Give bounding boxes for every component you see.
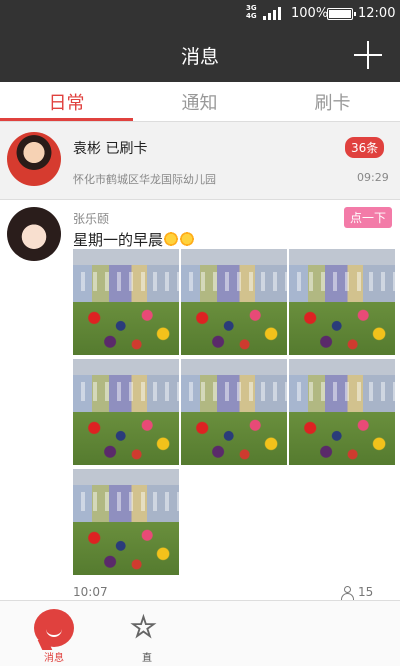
card-swipe-notice[interactable]: 袁彬 已刷卡 怀化市鹤城区华龙国际幼儿园 36条 09:29: [0, 122, 400, 200]
nav-messages-label: 消息: [44, 653, 64, 664]
sun-icon: [163, 231, 180, 247]
student-name: 袁彬 已刷卡: [73, 141, 148, 157]
bottom-nav: 消息 ☆ 直: [0, 600, 400, 666]
tab-card-swipe[interactable]: 刷卡: [266, 89, 399, 115]
status-bar: 3G 4G 100% 12:00: [0, 0, 400, 28]
photo-thumbnail[interactable]: [289, 359, 395, 465]
photo-thumbnail[interactable]: [289, 249, 395, 355]
photo-grid: [73, 249, 395, 579]
post-time: 10:07: [73, 585, 108, 599]
avatar: [7, 132, 61, 186]
post-text: 星期一的早晨: [73, 229, 196, 250]
blur-overlay: [155, 601, 400, 666]
photo-thumbnail[interactable]: [181, 359, 287, 465]
viewer-count: 15: [358, 585, 374, 599]
chat-bubble-icon: [34, 609, 74, 647]
app-header: 消息: [0, 28, 400, 82]
tab-notices[interactable]: 通知: [133, 89, 266, 115]
active-tab-indicator: [0, 118, 133, 121]
photo-thumbnail[interactable]: [181, 249, 287, 355]
photo-thumbnail[interactable]: [73, 469, 179, 575]
clock: 12:00: [358, 6, 396, 21]
star-icon: ☆: [130, 610, 158, 645]
nav-messages[interactable]: 消息: [0, 601, 133, 666]
nav-live-label: 直: [142, 653, 152, 664]
photo-thumbnail[interactable]: [73, 249, 179, 355]
battery-icon: [327, 8, 356, 20]
count-badge: 36条: [345, 137, 385, 158]
post-text-content: 星期一的早晨: [73, 231, 164, 249]
battery-percent: 100%: [291, 6, 329, 21]
post-author: 张乐颐: [73, 212, 110, 226]
viewers-icon: [340, 586, 354, 600]
signal-icon: [263, 6, 285, 20]
school-name: 怀化市鹤城区华龙国际幼儿园: [73, 173, 216, 186]
page-title: 消息: [180, 46, 219, 68]
sun-icon: [179, 231, 196, 247]
tab-bar: 日常 通知 刷卡: [0, 82, 400, 122]
tab-daily[interactable]: 日常: [0, 89, 133, 115]
photo-thumbnail[interactable]: [73, 359, 179, 465]
add-icon[interactable]: [354, 41, 382, 69]
tap-button[interactable]: 点一下: [344, 207, 393, 228]
network-indicator: 3G 4G: [246, 4, 257, 20]
post-author-avatar[interactable]: [7, 207, 61, 261]
notice-time: 09:29: [357, 171, 389, 184]
